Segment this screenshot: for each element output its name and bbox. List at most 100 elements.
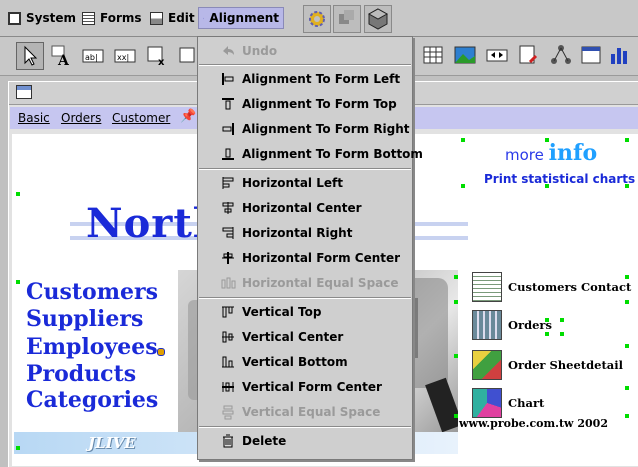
menu-item-align-form-top[interactable]: Alignment To Form Top bbox=[198, 92, 412, 116]
selection-handle[interactable] bbox=[16, 446, 20, 450]
category-employees[interactable]: Employees bbox=[26, 334, 158, 360]
menu-item-delete[interactable]: Delete bbox=[198, 429, 412, 453]
selection-handle[interactable] bbox=[545, 184, 549, 188]
more-label: more bbox=[505, 146, 544, 164]
selection-handle[interactable] bbox=[545, 318, 549, 322]
banner-text: JLIVE bbox=[88, 434, 136, 452]
forms-icon bbox=[82, 12, 95, 25]
menu-system[interactable]: System bbox=[4, 7, 80, 29]
chart-tool-icon[interactable] bbox=[606, 42, 634, 70]
report-tool-icon[interactable] bbox=[516, 42, 544, 70]
menu-item-align-form-left[interactable]: Alignment To Form Left bbox=[198, 67, 412, 91]
menu-item-align-form-right[interactable]: Alignment To Form Right bbox=[198, 117, 412, 141]
selection-handle[interactable] bbox=[545, 332, 549, 336]
menu-item-horizontal-left[interactable]: Horizontal Left bbox=[198, 171, 412, 195]
category-products[interactable]: Products bbox=[26, 361, 136, 387]
vertical-top-icon bbox=[220, 304, 236, 320]
menu-item-horizontal-equal-space: Horizontal Equal Space bbox=[198, 271, 412, 295]
svg-text:x: x bbox=[158, 57, 165, 68]
category-suppliers[interactable]: Suppliers bbox=[26, 306, 143, 332]
selection-handle[interactable] bbox=[454, 300, 458, 304]
selection-handle[interactable] bbox=[625, 184, 629, 188]
vertical-form-center-icon bbox=[220, 379, 236, 395]
contact-card-icon bbox=[472, 272, 502, 302]
menu-edit[interactable]: Edit bbox=[146, 7, 199, 29]
selection-handle[interactable] bbox=[625, 275, 629, 279]
horizontal-left-icon bbox=[220, 175, 236, 191]
delete-field-tool-icon[interactable]: x bbox=[144, 42, 172, 70]
selection-handle[interactable] bbox=[461, 138, 465, 142]
pin-icon: 📌 bbox=[180, 109, 196, 124]
svg-text:xx|: xx| bbox=[117, 53, 129, 62]
textfield-tool-icon[interactable]: ab| bbox=[80, 42, 108, 70]
nav-basic[interactable]: Basic bbox=[18, 111, 50, 125]
selection-handle[interactable] bbox=[16, 192, 20, 196]
side-item-orders[interactable]: Orders bbox=[472, 310, 552, 340]
window-tool-icon[interactable] bbox=[578, 42, 606, 70]
menu-forms[interactable]: Forms bbox=[78, 7, 146, 29]
menu-separator bbox=[199, 64, 411, 66]
layers-icon[interactable] bbox=[333, 5, 361, 33]
horizontal-center-icon bbox=[220, 200, 236, 216]
nav-customer[interactable]: Customer bbox=[112, 111, 170, 125]
formatted-field-tool-icon[interactable]: xx| bbox=[112, 42, 140, 70]
menu-alignment[interactable]: Alignment bbox=[198, 7, 284, 29]
menu-item-vertical-bottom[interactable]: Vertical Bottom bbox=[198, 350, 412, 374]
menu-item-horizontal-form-center[interactable]: Horizontal Form Center bbox=[198, 246, 412, 270]
nav-orders[interactable]: Orders bbox=[61, 111, 101, 125]
selection-handle[interactable] bbox=[625, 300, 629, 304]
menu-separator bbox=[199, 168, 411, 170]
cube-icon[interactable] bbox=[364, 5, 392, 33]
menu-item-horizontal-center[interactable]: Horizontal Center bbox=[198, 196, 412, 220]
vertical-center-icon bbox=[220, 329, 236, 345]
menu-item-align-form-bottom[interactable]: Alignment To Form Bottom bbox=[198, 142, 412, 166]
print-statistical-link[interactable]: Print statistical charts bbox=[484, 172, 635, 186]
menu-item-vertical-top[interactable]: Vertical Top bbox=[198, 300, 412, 324]
category-customers[interactable]: Customers bbox=[26, 279, 158, 305]
navigator-tool-icon[interactable] bbox=[484, 42, 512, 70]
side-item-customers-contact[interactable]: Customers Contact bbox=[472, 272, 631, 302]
selection-handle[interactable] bbox=[625, 414, 629, 418]
menu-item-horizontal-right[interactable]: Horizontal Right bbox=[198, 221, 412, 245]
menu-item-vertical-equal-space: Vertical Equal Space bbox=[198, 400, 412, 424]
menubar: System Forms Edit Alignment bbox=[0, 0, 638, 37]
align-form-top-icon bbox=[220, 96, 236, 112]
pointer-tool-icon[interactable] bbox=[16, 42, 44, 70]
vertical-equal-space-icon bbox=[220, 404, 236, 420]
svg-text:ab|: ab| bbox=[85, 53, 98, 62]
selection-handle[interactable] bbox=[560, 332, 564, 336]
window-icon bbox=[16, 85, 32, 99]
selection-handle[interactable] bbox=[625, 138, 629, 142]
chart-icon bbox=[472, 388, 502, 418]
horizontal-form-center-icon bbox=[220, 250, 236, 266]
horizontal-equal-space-icon bbox=[220, 275, 236, 291]
selection-handle[interactable] bbox=[625, 344, 629, 348]
network-tool-icon[interactable] bbox=[548, 42, 576, 70]
settings-gear-icon[interactable] bbox=[303, 5, 331, 33]
selection-handle[interactable] bbox=[454, 275, 458, 279]
side-item-chart[interactable]: Chart bbox=[472, 388, 544, 418]
menu-item-vertical-center[interactable]: Vertical Center bbox=[198, 325, 412, 349]
selection-handle[interactable] bbox=[461, 184, 465, 188]
side-item-order-sheetdetail[interactable]: Order Sheetdetail bbox=[472, 350, 623, 380]
category-categories[interactable]: Categories bbox=[26, 387, 158, 413]
align-form-left-icon bbox=[220, 71, 236, 87]
selection-handle[interactable] bbox=[625, 386, 629, 390]
edit-icon bbox=[150, 12, 163, 25]
svg-text:A: A bbox=[57, 53, 70, 68]
selection-handle[interactable] bbox=[454, 354, 458, 358]
image-tool-icon[interactable] bbox=[452, 42, 480, 70]
menu-item-undo: Undo bbox=[198, 39, 412, 63]
selection-handle[interactable] bbox=[16, 280, 20, 284]
label-tool-icon[interactable]: A bbox=[48, 42, 76, 70]
folders-icon bbox=[472, 350, 502, 380]
more-info-link[interactable]: more info bbox=[505, 140, 597, 166]
cursor-dot-icon bbox=[157, 348, 165, 356]
grid-tool-icon[interactable] bbox=[420, 42, 448, 70]
alignment-icon bbox=[203, 12, 204, 25]
menu-item-vertical-form-center[interactable]: Vertical Form Center bbox=[198, 375, 412, 399]
selection-handle[interactable] bbox=[560, 318, 564, 322]
selection-handle[interactable] bbox=[454, 414, 458, 418]
trash-icon bbox=[220, 433, 236, 449]
selection-handle[interactable] bbox=[545, 138, 549, 142]
